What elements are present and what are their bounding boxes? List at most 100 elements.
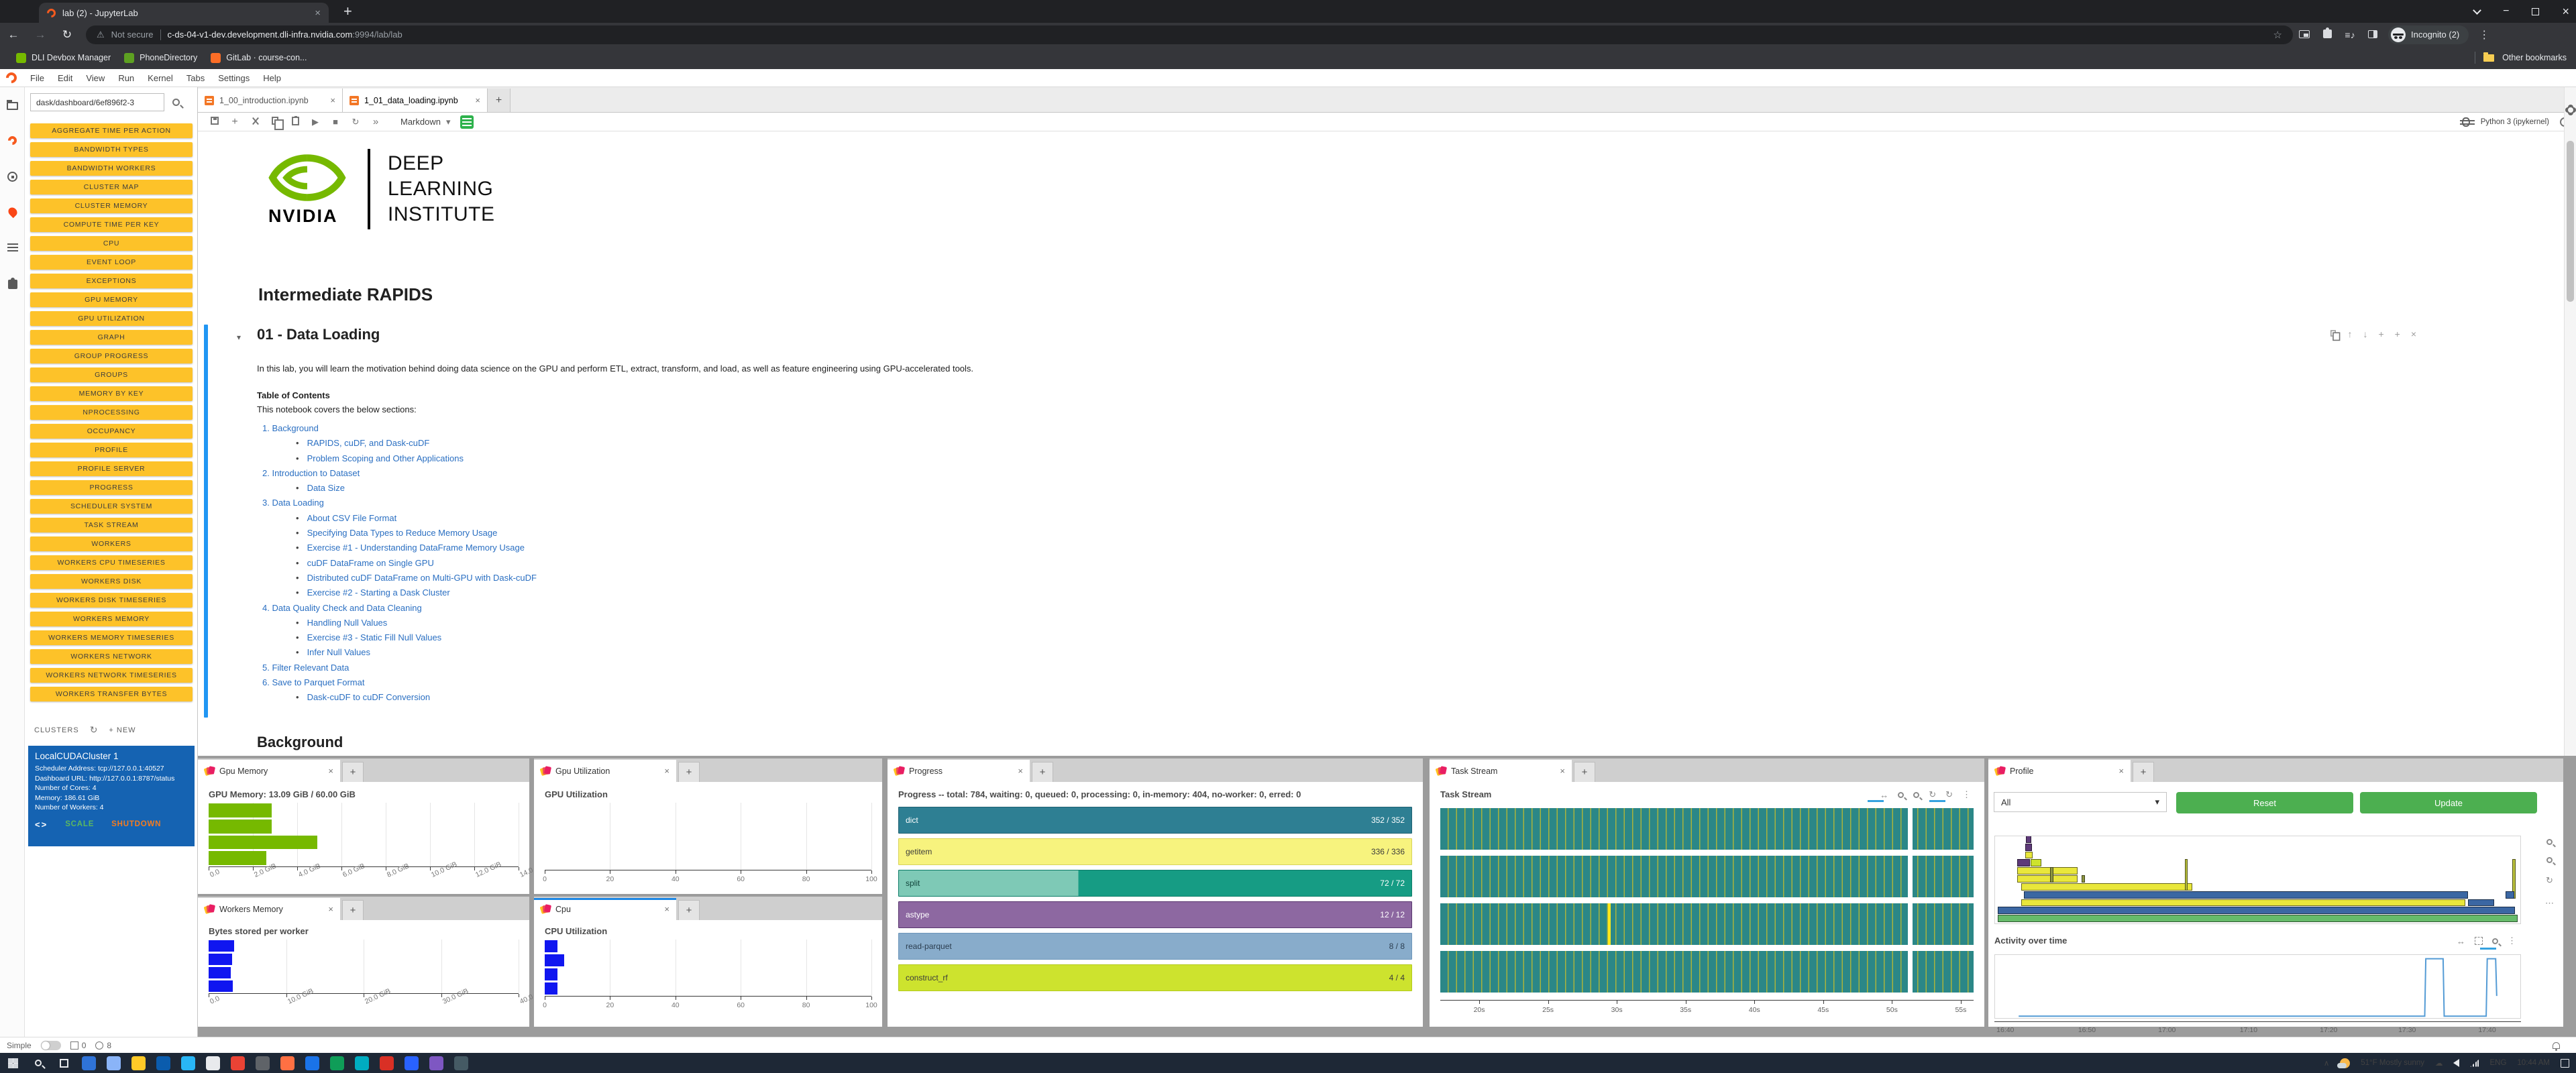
taskbar-app-icon-11[interactable]	[330, 1056, 344, 1070]
delete-cell-icon[interactable]: ×	[2411, 329, 2416, 339]
collapse-caret-icon[interactable]: ▾	[237, 333, 241, 342]
notebook-scrollbar[interactable]	[2567, 141, 2574, 302]
shutdown-button[interactable]: SHUTDOWN	[111, 820, 161, 828]
action-center-icon[interactable]	[2561, 1059, 2569, 1068]
taskbar-app-icon-1[interactable]	[82, 1056, 96, 1070]
reload-icon[interactable]: ↻	[54, 28, 80, 42]
clock[interactable]: 10:44 AM	[2517, 1059, 2550, 1067]
debugger-bug-icon[interactable]	[2462, 117, 2470, 127]
toc-subitem[interactable]: •Handling Null Values	[262, 616, 537, 630]
taskbar-app-icon-16[interactable]	[454, 1056, 468, 1070]
toc-link[interactable]: 1. Background	[262, 423, 319, 433]
tab-search-icon[interactable]	[2473, 6, 2481, 15]
panel-close-icon[interactable]: ×	[328, 766, 333, 776]
toc-subitem[interactable]: •Exercise #2 - Starting a Dask Cluster	[262, 585, 537, 600]
cell-type-select[interactable]: Markdown ▾	[400, 117, 451, 127]
progress-row-dict[interactable]: dict352 / 352	[898, 807, 1412, 834]
insert-cell-below-icon[interactable]: +	[2395, 329, 2400, 339]
restart-kernel-button[interactable]: ↻	[345, 117, 366, 127]
panel-close-icon[interactable]: ×	[1560, 766, 1565, 776]
profile-filter-select[interactable]: All ▾	[1994, 792, 2167, 812]
tab-introduction-notebook[interactable]: 1_00_introduction.ipynb ×	[198, 89, 343, 112]
notification-bell-icon[interactable]	[2553, 1042, 2560, 1049]
toc-subitem[interactable]: •Dask-cuDF to cuDF Conversion	[262, 690, 537, 705]
cluster-code-icon[interactable]: <>	[35, 820, 48, 830]
toc-item[interactable]: 6. Save to Parquet Format	[262, 675, 537, 690]
network-icon[interactable]	[2470, 1060, 2479, 1067]
toc-subitem[interactable]: •cuDF DataFrame on Single GPU	[262, 556, 537, 571]
tab-close-icon[interactable]: ×	[315, 7, 321, 19]
toc-link[interactable]: Exercise #1 - Understanding DataFrame Me…	[307, 541, 525, 555]
dashboard-button[interactable]: CLUSTER MEMORY	[30, 199, 193, 213]
dashboard-url-input[interactable]	[30, 93, 164, 111]
tab-gpu-utilization[interactable]: Gpu Utilization×	[534, 760, 676, 782]
extension-manager-icon[interactable]	[6, 278, 19, 290]
dashboard-button[interactable]: WORKERS MEMORY TIMESERIES	[30, 630, 193, 645]
back-icon[interactable]: ←	[0, 28, 27, 42]
tray-chevron-icon[interactable]: ∧	[2324, 1058, 2329, 1068]
dashboard-button[interactable]: AGGREGATE TIME PER ACTION	[30, 123, 193, 138]
toc-link[interactable]: Exercise #3 - Static Fill Null Values	[307, 630, 442, 645]
tab-close-icon[interactable]: ×	[475, 95, 480, 105]
menu-item[interactable]: Kernel	[141, 73, 180, 83]
onedrive-cloud-icon[interactable]: ☁	[2435, 1058, 2443, 1068]
bookmark-item[interactable]: DLI Devbox Manager	[9, 50, 117, 66]
workers-memory-chart[interactable]: 0.010.0 GiB20.0 GiB30.0 GiB40.0 GiB	[209, 940, 519, 993]
dashboard-button[interactable]: GPU MEMORY	[30, 292, 193, 307]
minimize-button[interactable]: −	[2503, 5, 2509, 17]
new-tab-button[interactable]: +	[343, 0, 352, 23]
toc-subitem[interactable]: •Exercise #3 - Static Fill Null Values	[262, 630, 537, 645]
dashboard-button[interactable]: SCHEDULER SYSTEM	[30, 499, 193, 514]
toc-link[interactable]: Infer Null Values	[307, 645, 370, 660]
running-kernels-icon[interactable]	[6, 170, 19, 183]
wheel-zoom-icon[interactable]	[2546, 857, 2553, 863]
toc-link[interactable]: Handling Null Values	[307, 616, 388, 630]
browser-tab[interactable]: lab (2) - JupyterLab ×	[39, 3, 329, 23]
tool-ellipsis-icon[interactable]: ⋯	[2545, 898, 2554, 909]
toc-item[interactable]: 5. Filter Relevant Data	[262, 661, 537, 675]
taskbar-app-icon-14[interactable]	[405, 1056, 419, 1070]
refresh-tool-icon[interactable]: ↻	[1945, 789, 1953, 800]
update-button[interactable]: Update	[2360, 792, 2537, 813]
toc-link[interactable]: Dask-cuDF to cuDF Conversion	[307, 690, 431, 705]
toc-link[interactable]: 6. Save to Parquet Format	[262, 677, 364, 687]
dashboard-button[interactable]: OCCUPANCY	[30, 424, 193, 439]
bookmark-item[interactable]: PhoneDirectory	[117, 50, 204, 66]
box-zoom-icon[interactable]	[2546, 839, 2553, 845]
taskbar-app-icon-6[interactable]	[206, 1056, 220, 1070]
move-cell-up-icon[interactable]: ↑	[2347, 329, 2352, 339]
scale-button[interactable]: SCALE	[65, 820, 94, 828]
pan-tool-icon[interactable]: ↔	[1880, 790, 1888, 800]
toc-item[interactable]: 4. Data Quality Check and Data Cleaning	[262, 601, 537, 616]
reset-tool-icon[interactable]: ↻	[2546, 875, 2553, 886]
taskbar-search-icon[interactable]	[25, 1053, 51, 1073]
reset-tool-icon[interactable]: ↻	[1929, 789, 1936, 800]
toc-subitem[interactable]: •About CSV File Format	[262, 511, 537, 526]
stop-kernel-button[interactable]: ■	[325, 117, 345, 127]
insert-cell-above-icon[interactable]: +	[2378, 329, 2383, 339]
task-view-icon[interactable]	[51, 1053, 76, 1073]
menu-item[interactable]: File	[23, 73, 51, 83]
copy-cell-button[interactable]	[265, 117, 285, 127]
panel-close-icon[interactable]: ×	[1018, 766, 1023, 776]
toc-link[interactable]: Distributed cuDF DataFrame on Multi-GPU …	[307, 571, 537, 585]
simple-mode-toggle[interactable]	[41, 1041, 61, 1050]
duplicate-cell-icon[interactable]	[2330, 329, 2337, 339]
panel-new-tab-button[interactable]: +	[2133, 762, 2154, 782]
dashboard-button[interactable]: GPU UTILIZATION	[30, 311, 193, 326]
taskbar-app-icon-7[interactable]	[231, 1056, 245, 1070]
dashboard-button[interactable]: GRAPH	[30, 330, 193, 345]
maximize-button[interactable]	[2532, 8, 2539, 15]
taskbar-app-icon-8[interactable]	[256, 1056, 270, 1070]
gpu-memory-chart[interactable]: 0.02.0 GiB4.0 GiB6.0 GiB8.0 GiB10.0 GiB1…	[209, 803, 519, 866]
side-panel-icon[interactable]	[2361, 30, 2384, 40]
panel-new-tab-button[interactable]: +	[1032, 762, 1053, 782]
panel-new-tab-button[interactable]: +	[678, 762, 700, 782]
profile-flame-chart[interactable]	[1994, 836, 2521, 924]
dashboard-button[interactable]: CLUSTER MAP	[30, 180, 193, 194]
table-of-contents-icon[interactable]	[6, 241, 19, 254]
weather-label[interactable]: 51°F Mostly sunny	[2361, 1059, 2424, 1067]
active-cell-indicator[interactable]	[204, 325, 208, 718]
toc-link[interactable]: Problem Scoping and Other Applications	[307, 451, 464, 466]
toc-link[interactable]: RAPIDS, cuDF, and Dask-cuDF	[307, 436, 430, 451]
